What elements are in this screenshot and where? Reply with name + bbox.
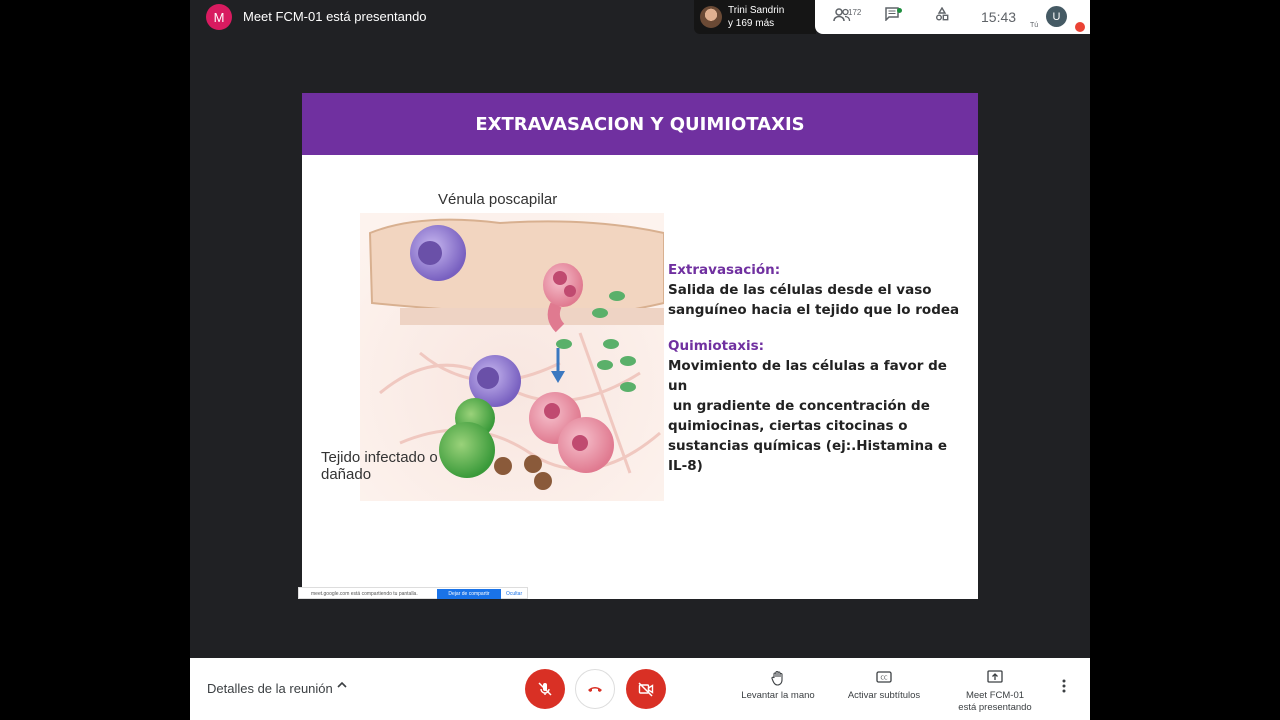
bottom-bar: Detalles de la reunión Levantar la mano … [190, 658, 1090, 720]
camera-off-icon [638, 682, 654, 697]
meeting-details-button[interactable]: Detalles de la reunión [207, 681, 333, 696]
share-banner-text: meet.google.com está compartiendo tu pan… [311, 591, 418, 597]
participant-names: Trini Sandrin y 169 más [728, 4, 784, 30]
captions-button[interactable]: CC Activar subtítulos [840, 670, 928, 702]
participant-avatar [700, 6, 722, 28]
presenting-label-2: está presentando [958, 702, 1032, 713]
raise-hand-button[interactable]: Levantar la mano [738, 670, 818, 702]
chemotaxis-line: Movimiento de las células a favor de un [668, 358, 947, 394]
chemotaxis-heading: Quimiotaxis: [668, 338, 765, 354]
tissue-label: Tejido infectado o dañado [321, 449, 438, 483]
chevron-up-icon[interactable] [336, 679, 348, 694]
user-avatar[interactable]: U [1046, 6, 1067, 27]
participant-name: Trini Sandrin [728, 5, 785, 16]
mic-off-button[interactable] [525, 669, 565, 709]
participant-chip[interactable]: Trini Sandrin y 169 más [694, 0, 816, 34]
hand-icon [738, 670, 818, 690]
chat-indicator [897, 8, 902, 13]
you-label: Tú [1030, 22, 1039, 29]
chemotaxis-line: sustancias químicas (ej:.Histamina e IL-… [668, 438, 948, 474]
extravasation-heading: Extravasación: [668, 262, 781, 278]
slide-title: EXTRAVASACION Y QUIMIOTAXIS [302, 93, 978, 155]
camera-off-button[interactable] [626, 669, 666, 709]
captions-icon: CC [840, 670, 928, 690]
presentation-slide: EXTRAVASACION Y QUIMIOTAXIS Vénula posca… [302, 93, 978, 599]
presenter-avatar: M [206, 4, 232, 30]
meet-window: M Meet FCM-01 está presentando Trini San… [190, 0, 1090, 720]
svg-text:CC: CC [881, 676, 888, 682]
chemotaxis-line: un gradiente de concentración de [668, 398, 930, 414]
activities-icon[interactable] [935, 6, 949, 25]
participants-count: 172 [848, 8, 862, 17]
clock: 15:43 [981, 9, 1017, 25]
venule-label: Vénula poscapilar [438, 191, 558, 208]
top-controls: 172 15:43 Tú U [815, 0, 1090, 34]
hide-banner-link[interactable]: Ocultar [506, 591, 522, 597]
screen-share-banner: meet.google.com está compartiendo tu pan… [298, 587, 528, 599]
stop-sharing-button[interactable]: Dejar de compartir [437, 589, 501, 599]
more-icon[interactable] [1062, 679, 1066, 698]
top-bar: M Meet FCM-01 está presentando Trini San… [190, 0, 1090, 34]
presenting-button[interactable]: Meet FCM-01 está presentando [950, 670, 1040, 714]
slide-text: Extravasación: Salida de las células des… [668, 260, 968, 476]
hangup-button[interactable] [575, 669, 615, 709]
presenting-title: Meet FCM-01 está presentando [243, 9, 427, 24]
present-icon [950, 670, 1040, 690]
chemotaxis-line: quimiocinas, ciertas citocinas o [668, 418, 908, 434]
captions-label: Activar subtítulos [847, 690, 921, 701]
raise-hand-label: Levantar la mano [741, 690, 815, 701]
muted-badge-icon [1075, 22, 1085, 32]
participant-others: y 169 más [728, 18, 775, 29]
presenting-label: Meet FCM-01 [965, 690, 1025, 701]
extravasation-text: Salida de las células desde el vaso sang… [668, 282, 960, 318]
mic-off-icon [538, 682, 552, 696]
hangup-icon [588, 687, 602, 692]
